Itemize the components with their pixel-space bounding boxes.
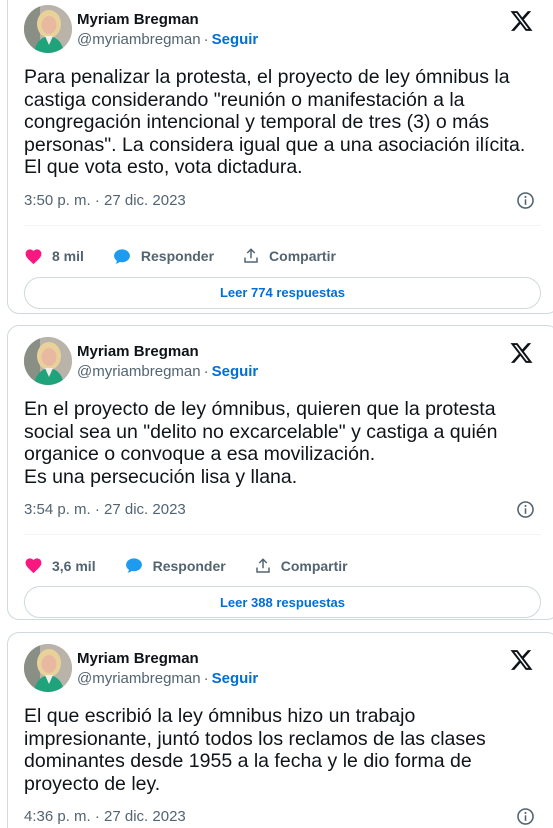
heart-icon (25, 248, 42, 264)
tweet-meta: 4:36 p. m. · 27 dic. 2023 (24, 807, 541, 827)
reply-label: Responder (152, 557, 226, 574)
author-name[interactable]: Myriam Bregman (77, 10, 258, 30)
author-block: Myriam Bregman @myriambregman · Seguir (77, 342, 258, 382)
author-block: Myriam Bregman @myriambregman · Seguir (77, 649, 258, 689)
avatar[interactable] (24, 644, 72, 692)
like-button[interactable]: 8 mil (24, 247, 84, 266)
read-replies-button[interactable]: Leer 388 respuestas (24, 586, 541, 618)
info-icon[interactable] (516, 807, 535, 826)
share-upload-icon (255, 557, 270, 573)
follow-link[interactable]: Seguir (212, 363, 259, 380)
tweet-timestamp[interactable]: 3:54 p. m. · 27 dic. 2023 (24, 501, 186, 518)
author-name[interactable]: Myriam Bregman (77, 342, 258, 362)
tweet-text: Para penalizar la protesta, el proyecto … (24, 66, 526, 178)
heart-icon (25, 558, 42, 574)
author-handle[interactable]: @myriambregman (77, 363, 201, 380)
tweet-card: Myriam Bregman @myriambregman · Seguir Par… (7, 0, 553, 314)
like-count: 8 mil (52, 248, 84, 264)
like-count: 3,6 mil (52, 557, 96, 574)
tweet-text: El que escribió la ley ómnibus hizo un t… (24, 705, 486, 795)
tweet-timestamp[interactable]: 3:50 p. m. · 27 dic. 2023 (24, 192, 186, 209)
read-replies-button[interactable]: Leer 774 respuestas (24, 276, 541, 309)
x-logo-icon[interactable] (510, 342, 533, 364)
avatar[interactable] (24, 5, 72, 53)
separator-dot: · (203, 363, 209, 380)
reply-label: Responder (140, 248, 215, 264)
info-icon[interactable] (516, 500, 535, 519)
tweet-text: En el proyecto de ley ómnibus, quieren q… (24, 398, 498, 488)
author-handle-row: @myriambregman · Seguir (77, 362, 258, 382)
share-label: Compartir (280, 557, 348, 574)
tweet-actions: 8 mil Responder Compartir (24, 224, 541, 273)
x-logo-icon[interactable] (510, 649, 533, 671)
tweet-header: Myriam Bregman @myriambregman · Seguir (24, 643, 541, 693)
tweet-meta: 3:54 p. m. · 27 dic. 2023 (24, 500, 541, 520)
share-label: Compartir (269, 248, 336, 264)
tweet-card: Myriam Bregman @myriambregman · Seguir En … (7, 325, 553, 620)
info-icon[interactable] (516, 191, 535, 210)
share-button[interactable]: Compartir (242, 247, 336, 265)
tweet-timestamp[interactable]: 4:36 p. m. · 27 dic. 2023 (24, 808, 186, 825)
share-button[interactable]: Compartir (254, 557, 348, 575)
author-name[interactable]: Myriam Bregman (77, 649, 258, 669)
avatar[interactable] (24, 337, 72, 385)
speech-bubble-icon (125, 558, 142, 573)
author-handle-row: @myriambregman · Seguir (77, 669, 258, 689)
author-block: Myriam Bregman @myriambregman · Seguir (77, 10, 258, 50)
reply-button[interactable]: Responder (124, 556, 226, 575)
author-handle[interactable]: @myriambregman (77, 31, 201, 48)
x-logo-icon[interactable] (510, 10, 533, 32)
share-upload-icon (244, 248, 258, 263)
like-button[interactable]: 3,6 mil (24, 556, 96, 575)
speech-bubble-icon (113, 248, 130, 264)
tweet-card: Myriam Bregman @myriambregman · Seguir El … (7, 632, 553, 828)
tweet-meta: 3:50 p. m. · 27 dic. 2023 (24, 191, 541, 211)
follow-link[interactable]: Seguir (212, 670, 259, 687)
author-handle-row: @myriambregman · Seguir (77, 30, 258, 50)
reply-button[interactable]: Responder (112, 247, 214, 266)
separator-dot: · (203, 670, 209, 687)
tweet-header: Myriam Bregman @myriambregman · Seguir (24, 336, 541, 386)
author-handle[interactable]: @myriambregman (77, 670, 201, 687)
follow-link[interactable]: Seguir (212, 31, 259, 48)
separator-dot: · (203, 31, 209, 48)
tweet-actions: 3,6 mil Responder Compartir (24, 534, 541, 582)
tweet-header: Myriam Bregman @myriambregman · Seguir (24, 4, 541, 54)
